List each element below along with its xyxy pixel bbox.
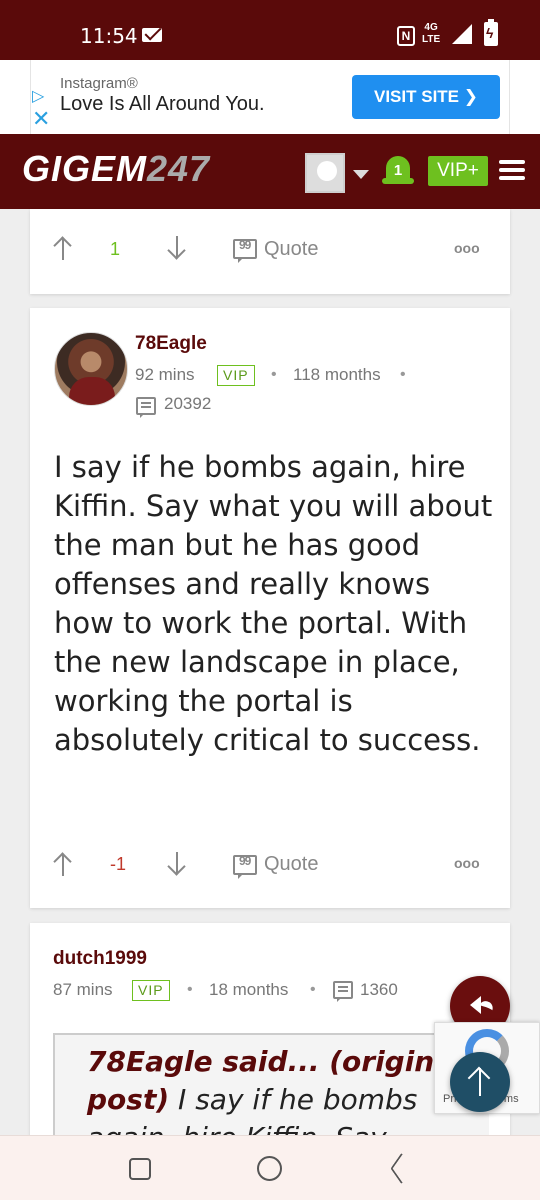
recents-icon[interactable]	[129, 1158, 151, 1180]
ad-choices-icon[interactable]: ▷	[32, 87, 52, 107]
separator-dot: •	[271, 366, 277, 383]
member-tenure: 18 months	[209, 980, 289, 999]
logo-number: 247	[147, 148, 211, 189]
quote-icon[interactable]	[233, 238, 257, 263]
member-tenure: 118 months	[293, 365, 381, 384]
visit-site-button[interactable]: VISIT SITE ❯	[352, 75, 500, 119]
battery-icon	[484, 19, 498, 46]
user-avatar-button[interactable]	[305, 153, 345, 193]
quote-icon[interactable]	[233, 854, 257, 879]
quote-button[interactable]: Quote	[264, 853, 318, 876]
ad-source: Instagram®	[60, 75, 138, 92]
home-icon[interactable]	[257, 1156, 282, 1181]
hamburger-menu-icon[interactable]	[499, 158, 525, 182]
vip-badge: VIP	[132, 980, 170, 1001]
ad-close-icon[interactable]: ✕	[32, 108, 52, 130]
quote-button[interactable]: Quote	[264, 238, 318, 261]
signal-icon	[452, 24, 472, 44]
status-bar: 11:54 N 4G LTE	[0, 0, 540, 60]
network-type: 4G LTE	[422, 22, 441, 45]
vote-count: 1	[110, 239, 121, 259]
username[interactable]: 78Eagle	[135, 333, 207, 355]
vote-count: -1	[110, 854, 127, 874]
site-logo[interactable]: GIGEM247	[22, 148, 210, 190]
separator-dot: •	[310, 981, 316, 998]
system-nav-bar	[0, 1135, 540, 1200]
mail-icon	[142, 28, 162, 42]
notification-bell-icon[interactable]: 1	[382, 152, 414, 188]
vip-plus-button[interactable]: VIP+	[428, 156, 488, 186]
more-options-icon[interactable]: ooo	[454, 240, 480, 256]
notification-count: 1	[393, 162, 403, 179]
quoted-post: 78Eagle said... (original post) I say if…	[53, 1033, 489, 1143]
quoted-text: 78Eagle said... (original post) I say if…	[87, 1043, 489, 1143]
more-options-icon[interactable]: ooo	[454, 855, 480, 871]
status-time: 11:54	[80, 24, 138, 48]
upvote-icon[interactable]	[53, 852, 73, 876]
downvote-icon[interactable]	[167, 852, 187, 876]
post-count: 1360	[360, 980, 398, 999]
vip-badge: VIP	[217, 365, 255, 386]
downvote-icon[interactable]	[167, 236, 187, 260]
separator-dot: •	[400, 366, 406, 383]
post-time: 92 mins	[135, 365, 195, 384]
ad-headline[interactable]: Love Is All Around You.	[60, 93, 265, 116]
chevron-down-icon[interactable]	[353, 170, 369, 179]
post-body: I say if he bombs again, hire Kiffin. Sa…	[54, 450, 493, 757]
post-time: 87 mins	[53, 980, 113, 999]
message-count-icon	[136, 397, 156, 418]
post-count: 20392	[164, 394, 212, 413]
nfc-icon: N	[397, 26, 415, 46]
scroll-to-top-button[interactable]	[450, 1052, 510, 1112]
logo-text: GIGEM	[22, 148, 148, 189]
avatar[interactable]	[54, 332, 128, 406]
separator-dot: •	[187, 981, 193, 998]
message-count-icon	[333, 981, 353, 1002]
back-icon[interactable]	[386, 1155, 412, 1181]
upvote-icon[interactable]	[53, 236, 73, 260]
username[interactable]: dutch1999	[53, 948, 147, 970]
